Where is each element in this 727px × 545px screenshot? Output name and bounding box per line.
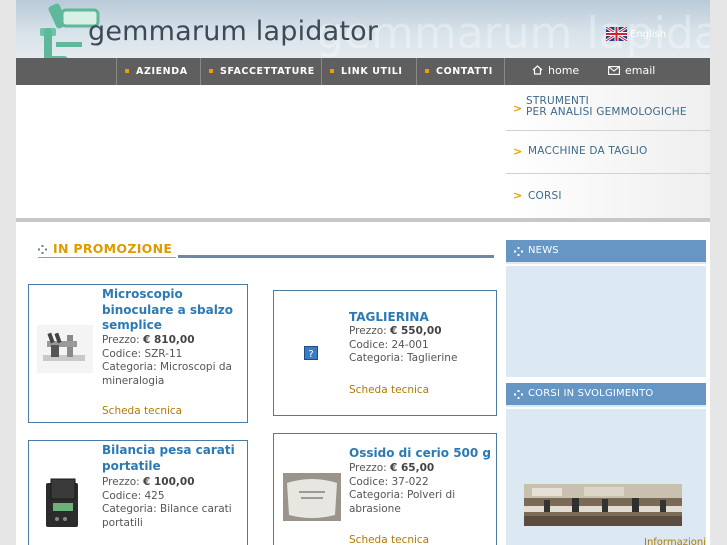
product-category-cont: mineralogia	[102, 374, 165, 387]
nav-item-contatti[interactable]: CONTATTI	[416, 58, 504, 85]
product-name[interactable]: Ossido di cerio 500 g	[349, 446, 494, 462]
news-title: NEWS	[528, 245, 559, 256]
main-nav: AZIENDA SFACCETTATURE LINK UTILI CONTATT…	[16, 58, 710, 85]
header-rule	[506, 264, 706, 266]
promo-heading: IN PROMOZIONE	[38, 240, 494, 260]
product-price: Prezzo: € 100,00	[102, 476, 195, 488]
dotted-bullet-icon	[514, 247, 523, 256]
product-code: Codice: SZR-11	[102, 347, 183, 360]
nav-item-azienda[interactable]: AZIENDA	[116, 58, 200, 85]
product-category: Categoria: Taglierine	[349, 352, 458, 364]
site-header: gemmarum lapidator gemmarum lapidator En…	[16, 0, 710, 58]
product-name-line: Ossido di cerio 500 g	[349, 446, 492, 460]
classroom-photo[interactable]	[524, 484, 682, 526]
home-icon	[532, 65, 543, 75]
home-link[interactable]: home	[532, 58, 579, 85]
product-category-cont: abrasione	[349, 502, 401, 515]
missing-image-icon[interactable]: ?	[304, 346, 318, 360]
page: gemmarum lapidator gemmarum lapidator En…	[16, 0, 710, 545]
product-name-line: binoculare a sbalzo	[102, 302, 234, 317]
title-underline	[38, 257, 176, 258]
bullet-icon	[125, 68, 129, 73]
product-name[interactable]: TAGLIERINA	[349, 310, 494, 326]
product-card: ? TAGLIERINA Prezzo: € 550,00 Codice: 24…	[273, 290, 497, 416]
product-card: Bilancia pesa carati portatile Prezzo: €…	[28, 440, 248, 545]
site-title[interactable]: gemmarum lapidator	[88, 16, 378, 47]
tech-sheet-link[interactable]: Scheda tecnica	[102, 405, 182, 417]
nav-label: SFACCETTATURE	[220, 66, 315, 77]
email-link[interactable]: email	[608, 58, 655, 85]
news-box: NEWS	[506, 240, 706, 377]
product-name-line: TAGLIERINA	[349, 310, 429, 324]
product-name[interactable]: Microscopio binoculare a sbalzo semplice	[102, 287, 247, 334]
email-label: email	[625, 64, 656, 77]
product-price: Prezzo: € 550,00	[349, 325, 442, 337]
menu-item-corsi[interactable]: > CORSI	[506, 174, 710, 218]
bullet-icon	[425, 68, 429, 73]
product-name-line: semplice	[102, 318, 162, 332]
nav-label: CONTATTI	[436, 66, 493, 77]
product-name[interactable]: Bilancia pesa carati portatile	[102, 443, 247, 474]
svg-text:?: ?	[308, 349, 313, 360]
product-category: Categoria: Polveri di	[349, 489, 456, 501]
home-label: home	[548, 64, 580, 77]
product-category: Categoria: Bilance carati	[102, 503, 232, 515]
category-menu: > STRUMENTI PER ANALISI GEMMOLOGICHE > M…	[506, 85, 710, 218]
tech-sheet-link[interactable]: Scheda tecnica	[349, 534, 429, 545]
product-code: Codice: 37-022	[349, 475, 429, 488]
product-price: Prezzo: € 810,00	[102, 334, 195, 346]
product-details: Prezzo: € 550,00 Codice: 24-001 Categori…	[349, 325, 494, 366]
dotted-bullet-icon	[514, 390, 523, 399]
language-switch[interactable]: English	[606, 27, 666, 41]
courses-header: CORSI IN SVOLGIMENTO	[506, 383, 706, 405]
chevron-right-icon: >	[513, 102, 523, 115]
bullet-icon	[330, 68, 334, 73]
courses-title: CORSI IN SVOLGIMENTO	[528, 388, 654, 399]
product-image-microscope[interactable]	[37, 325, 93, 373]
product-code: Codice: 24-001	[349, 338, 429, 351]
promo-title: IN PROMOZIONE	[53, 241, 173, 256]
nav-label: AZIENDA	[136, 66, 188, 77]
bullet-icon	[209, 68, 213, 73]
product-details: Prezzo: € 810,00 Codice: SZR-11 Categori…	[102, 334, 247, 388]
nav-item-sfaccettature[interactable]: SFACCETTATURE	[200, 58, 321, 85]
envelope-icon	[608, 65, 620, 75]
product-card: Microscopio binoculare a sbalzo semplice…	[28, 284, 248, 423]
language-label[interactable]: English	[630, 29, 666, 40]
product-image-scale[interactable]	[43, 475, 83, 531]
product-category: Categoria: Microscopi da	[102, 361, 232, 373]
nav-item-link-utili[interactable]: LINK UTILI	[321, 58, 416, 85]
banner-area: > STRUMENTI PER ANALISI GEMMOLOGICHE > M…	[16, 85, 710, 218]
product-name-line: portatile	[102, 458, 161, 473]
section-divider	[16, 218, 710, 222]
chevron-right-icon: >	[513, 145, 523, 158]
product-price: Prezzo: € 65,00	[349, 462, 435, 474]
product-card: Ossido di cerio 500 g Prezzo: € 65,00 Co…	[273, 433, 497, 545]
nav-label: LINK UTILI	[341, 66, 403, 77]
product-category-cont: portatili	[102, 516, 143, 529]
menu-item-line2: PER ANALISI GEMMOLOGICHE	[526, 106, 687, 118]
header-rule	[506, 407, 706, 409]
product-code: Codice: 425	[102, 489, 165, 502]
menu-item-strumenti[interactable]: > STRUMENTI PER ANALISI GEMMOLOGICHE	[506, 85, 710, 131]
product-name-line: Bilancia pesa carati	[102, 443, 235, 457]
product-image-powder-bag[interactable]	[283, 473, 341, 521]
uk-flag-icon[interactable]	[606, 27, 627, 41]
nav-divider	[504, 58, 505, 85]
info-link[interactable]: Informazioni	[644, 537, 706, 545]
dotted-bullet-icon	[38, 245, 47, 254]
product-name-line: Microscopio	[102, 287, 183, 301]
product-details: Prezzo: € 65,00 Codice: 37-022 Categoria…	[349, 462, 494, 516]
chevron-right-icon: >	[513, 189, 523, 202]
courses-box: CORSI IN SVOLGIMENTO Informazioni	[506, 383, 706, 545]
menu-item-label: CORSI	[528, 190, 562, 202]
menu-item-label: MACCHINE DA TAGLIO	[528, 145, 648, 157]
product-details: Prezzo: € 100,00 Codice: 425 Categoria: …	[102, 476, 247, 530]
heading-bar	[178, 255, 494, 258]
tech-sheet-link[interactable]: Scheda tecnica	[349, 384, 429, 396]
menu-item-macchine[interactable]: > MACCHINE DA TAGLIO	[506, 131, 710, 174]
news-header: NEWS	[506, 240, 706, 262]
